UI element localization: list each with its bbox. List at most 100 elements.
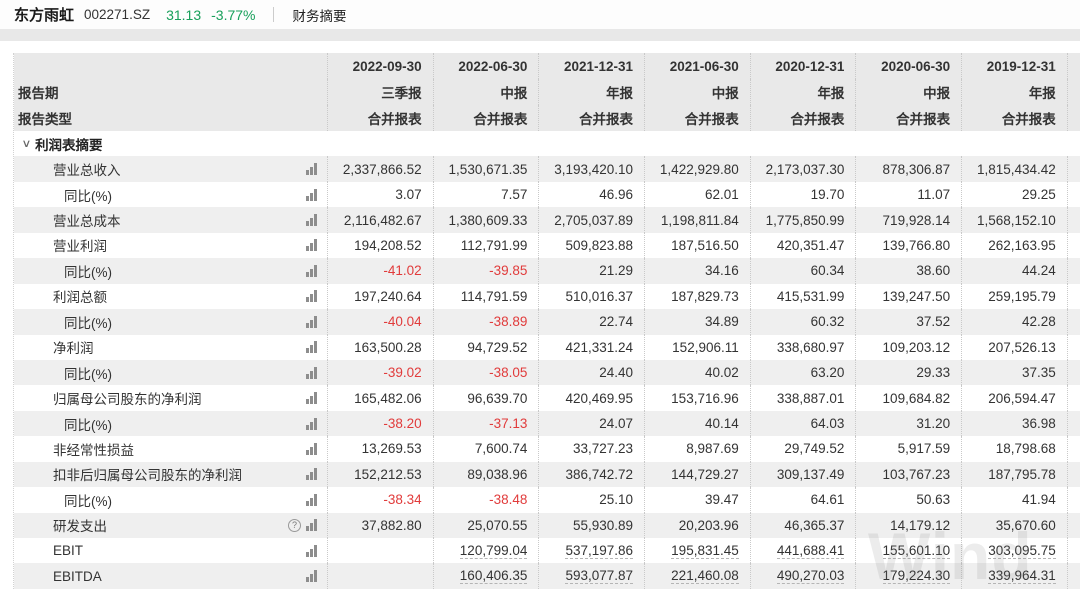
cell-value: 55,930.89 — [539, 512, 646, 538]
cell-value: 21.29 — [539, 258, 646, 284]
row-filler — [1068, 385, 1080, 410]
row-label-cell[interactable]: 营业利润 — [14, 232, 328, 259]
cell-value: 152,906.11 — [645, 334, 751, 360]
cell-value: 1,530,671.35 — [434, 156, 540, 182]
bar-chart-icon[interactable] — [306, 163, 317, 176]
cell-value: 206,594.47 — [962, 385, 1068, 411]
column-header-date: 2020-06-30 — [856, 53, 963, 79]
bar-chart-icon[interactable] — [306, 519, 317, 532]
cell-value: 29.33 — [856, 359, 963, 386]
cell-value: 153,716.96 — [645, 385, 751, 411]
table-row: 同比(%) -40.04 -38.89 22.74 34.89 60.32 37.52 42.… — [14, 309, 1080, 335]
row-label: 营业总收入 — [53, 163, 121, 179]
cell-value: 510,016.37 — [539, 283, 646, 310]
row-label-cell[interactable]: 营业总收入 — [14, 156, 328, 182]
cell-value: 114,791.59 — [434, 283, 540, 310]
bar-chart-icon[interactable] — [306, 264, 317, 277]
cell-value: 309,137.49 — [751, 461, 857, 488]
table-header: 2022-09-30 2022-06-30 2021-12-31 2021-06-30… — [14, 53, 1080, 131]
stock-price: 31.13 — [166, 6, 202, 23]
row-label-cell[interactable]: 同比(%) — [14, 309, 328, 335]
bar-chart-icon[interactable] — [306, 366, 317, 379]
row-filler — [1068, 513, 1080, 538]
tab-financial-summary[interactable]: 财务摘要 — [292, 5, 346, 25]
row-label-cell[interactable]: 同比(%) — [14, 181, 328, 208]
column-header-scope: 合并报表 — [434, 105, 540, 131]
bar-chart-icon[interactable] — [306, 493, 317, 506]
bar-chart-icon[interactable] — [306, 417, 317, 430]
cell-value: 94,729.52 — [434, 334, 540, 360]
cell-value: 3.07 — [328, 181, 434, 208]
column-header-period: 三季报 — [328, 79, 434, 105]
row-label-cell[interactable]: 同比(%) — [14, 487, 328, 513]
bar-chart-icon[interactable] — [306, 544, 317, 557]
column-header-date: 2022-06-30 — [434, 53, 540, 79]
row-label-cell[interactable]: 归属母公司股东的净利润 — [14, 385, 328, 411]
row-filler — [1068, 156, 1080, 181]
row-label-cell[interactable]: EBITDA — [14, 563, 328, 589]
cell-value: 89,038.96 — [434, 461, 540, 488]
chevron-down-icon[interactable]: ∨ — [11, 137, 37, 150]
column-header-date: 2019-12-31 — [962, 53, 1068, 79]
cell-value: -41.02 — [328, 258, 434, 284]
header-filler — [1068, 105, 1080, 131]
cell-value: 386,742.72 — [539, 461, 646, 488]
cell-value: -38.05 — [434, 359, 540, 386]
bar-chart-icon[interactable] — [306, 315, 317, 328]
row-icons — [306, 570, 327, 583]
cell-value: 34.89 — [645, 309, 751, 335]
cell-value: 60.32 — [751, 309, 857, 335]
column-header-date: 2022-09-30 — [328, 53, 434, 79]
table-row: 扣非后归属母公司股东的净利润 152,212.53 89,038.96 386,742… — [14, 461, 1080, 488]
cell-value: 44.24 — [962, 258, 1068, 284]
row-label-cell[interactable]: 非经常性损益 — [14, 436, 328, 462]
row-filler — [1068, 487, 1080, 512]
bar-chart-icon[interactable] — [306, 392, 317, 405]
row-icons — [306, 239, 327, 252]
report-type-label: 报告类型 — [14, 105, 328, 131]
bar-chart-icon[interactable] — [306, 188, 317, 201]
cell-value: 38.60 — [856, 258, 963, 284]
column-header-scope: 合并报表 — [645, 105, 751, 131]
help-icon[interactable]: ? — [288, 518, 302, 532]
cell-value: 41.94 — [962, 487, 1068, 513]
cell-value: 109,203.12 — [856, 334, 963, 360]
bar-chart-icon[interactable] — [306, 341, 317, 354]
bar-chart-icon[interactable] — [306, 468, 317, 481]
row-label-cell[interactable]: 营业总成本 — [14, 207, 328, 233]
column-header-date: 2020-12-31 — [751, 53, 857, 79]
table-body: ∨ 利润表摘要 营业总收入 2,337,866.52 1,530,671.35 3,193… — [14, 131, 1080, 589]
cell-value: 441,688.41 — [751, 538, 857, 564]
row-label-cell[interactable]: 利润总额 — [14, 283, 328, 310]
cell-value: 259,195.79 — [962, 283, 1068, 310]
row-label-cell[interactable]: 扣非后归属母公司股东的净利润 — [14, 461, 328, 488]
row-label-cell[interactable]: 净利润 — [14, 334, 328, 360]
cell-value: 29,749.52 — [751, 436, 857, 462]
bar-chart-icon[interactable] — [306, 442, 317, 455]
section-income-statement[interactable]: ∨ 利润表摘要 — [11, 131, 1080, 157]
cell-value: 46.96 — [539, 181, 646, 208]
column-header-period: 年报 — [751, 79, 857, 105]
cell-value: 415,531.99 — [751, 283, 857, 310]
cell-value: 103,767.23 — [856, 461, 963, 488]
cell-value: 1,198,811.84 — [645, 207, 751, 233]
bar-chart-icon[interactable] — [306, 214, 317, 227]
stock-change-percent: -3.77% — [211, 6, 256, 23]
cell-value: 3,193,420.10 — [539, 156, 646, 182]
bar-chart-icon[interactable] — [306, 570, 317, 583]
row-label-cell[interactable]: 同比(%) — [14, 359, 328, 386]
column-header-period: 中报 — [434, 79, 540, 105]
row-label: EBITDA — [53, 568, 102, 584]
row-label-cell[interactable]: 同比(%) — [14, 410, 328, 437]
bar-chart-icon[interactable] — [306, 239, 317, 252]
cell-value: 64.03 — [751, 410, 857, 437]
row-label-cell[interactable]: EBIT — [14, 538, 328, 564]
stock-code: 002271.SZ — [84, 7, 151, 22]
row-label-cell[interactable]: 同比(%) — [14, 258, 328, 284]
cell-value: 155,601.10 — [856, 538, 963, 564]
row-label-cell[interactable]: 研发支出? — [14, 512, 328, 538]
table-header-row: 报告类型 合并报表 合并报表 合并报表 合并报表 合并报表 合并报表 合并报表 — [14, 105, 1080, 131]
cell-value: 338,887.01 — [751, 385, 857, 411]
cell-value: 152,212.53 — [328, 461, 434, 488]
bar-chart-icon[interactable] — [306, 290, 317, 303]
